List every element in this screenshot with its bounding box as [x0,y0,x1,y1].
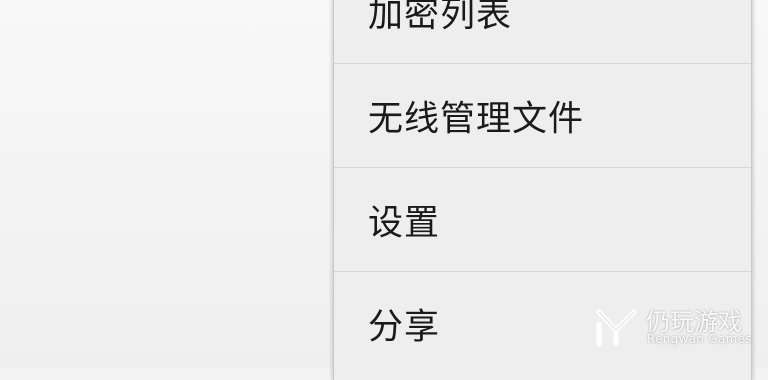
menu-item-label: 加密列表 [368,0,513,35]
watermark: 仍玩游戏 Rengwan Games [594,302,754,354]
menu-item-label: 设置 [368,203,441,243]
menu-item-wireless-file-management[interactable]: 无线管理文件 [334,64,751,168]
watermark-subtitle: Rengwan Games [647,332,752,346]
menu-item-label: 分享 [368,307,441,348]
menu-item-settings[interactable]: 设置 [334,168,751,272]
menu-item-label: 无线管理文件 [368,99,585,139]
menu-item-encrypted-list[interactable]: 加密列表 [334,0,751,64]
rengwan-logo-icon [596,309,637,347]
